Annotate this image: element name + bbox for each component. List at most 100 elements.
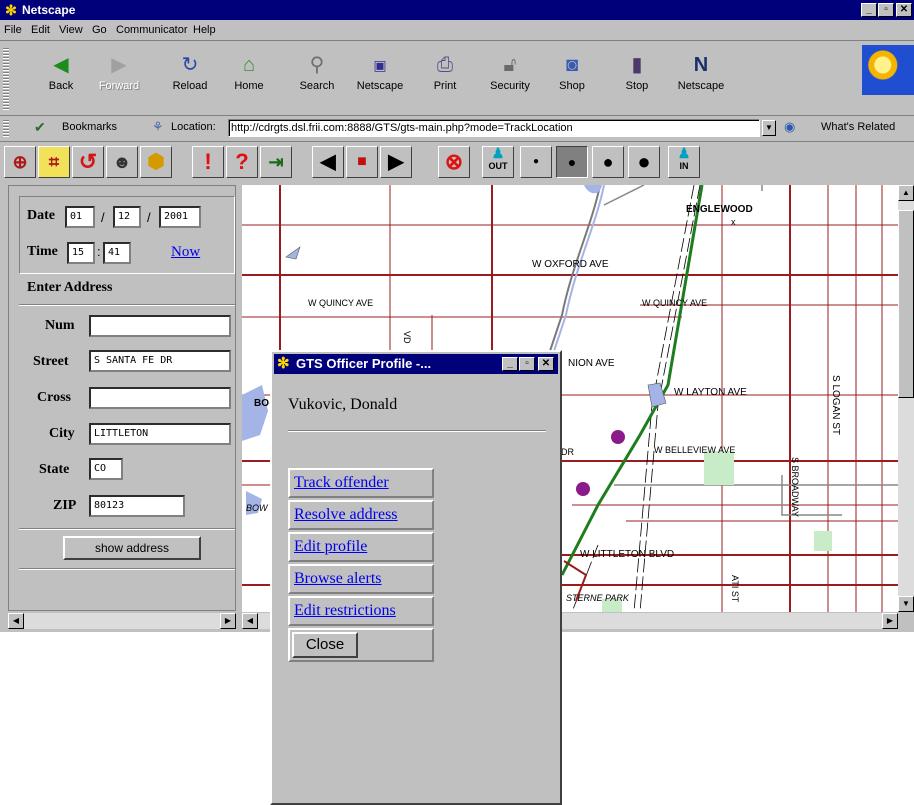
officer-profile-window: ✻ GTS Officer Profile -... _ ▫ ✕ Vukovic… xyxy=(270,350,562,805)
netscape-app-icon: ✻ xyxy=(5,2,17,18)
close-popup-button[interactable]: Close xyxy=(292,632,358,658)
scroll-up-icon[interactable]: ▲ xyxy=(898,185,914,201)
date-separator: / xyxy=(147,210,151,225)
circle-arrow-icon[interactable]: ↺ xyxy=(72,146,104,178)
map-label-layton: W LAYTON AVE xyxy=(674,387,747,398)
print-button[interactable]: ⎙ Print xyxy=(416,50,474,102)
stop-icon: ▮ xyxy=(631,54,643,76)
street-field[interactable]: S SANTA FE DR xyxy=(89,350,231,372)
question-icon[interactable]: ? xyxy=(226,146,258,178)
dot-large-icon[interactable]: ● xyxy=(592,146,624,178)
whats-related-button[interactable]: What's Related xyxy=(821,121,895,133)
rewind-icon[interactable]: ◀ xyxy=(312,146,344,178)
officer-head-icon[interactable]: ☻ xyxy=(106,146,138,178)
date-day-field[interactable]: 12 xyxy=(113,206,141,228)
reload-button[interactable]: ↻ Reload xyxy=(161,50,219,102)
cross-street-field[interactable] xyxy=(89,387,231,409)
stop-square-icon[interactable]: ■ xyxy=(346,146,378,178)
menu-help[interactable]: Help xyxy=(193,24,216,36)
forward-arrow-icon: ▶ xyxy=(111,54,127,76)
url-input[interactable]: http://cdrgts.dsl.frii.com:8888/GTS/gts-… xyxy=(228,119,760,137)
menu-file[interactable]: File xyxy=(4,24,22,36)
cross-label: Cross xyxy=(37,390,71,405)
toolbar-grip[interactable] xyxy=(3,48,9,110)
map-label-bow-fragment: BOW xyxy=(246,503,268,513)
menu-view[interactable]: View xyxy=(59,24,83,36)
netscape-n-button[interactable]: N Netscape xyxy=(672,50,730,102)
date-year-field[interactable]: 2001 xyxy=(159,206,201,228)
url-history-dropdown[interactable]: ▼ xyxy=(762,120,776,136)
map-label-quincy-left: W QUINCY AVE xyxy=(308,298,374,308)
minimize-button[interactable]: _ xyxy=(861,3,877,17)
target-icon[interactable]: ⊕ xyxy=(4,146,36,178)
resolve-address-link[interactable]: Resolve address xyxy=(288,500,434,530)
state-field[interactable]: CO xyxy=(89,458,123,480)
back-arrow-icon: ◀ xyxy=(53,54,69,76)
in-person-icon[interactable]: ♟ IN xyxy=(668,146,700,178)
popup-maximize-button[interactable]: ▫ xyxy=(519,357,535,371)
stop-button[interactable]: ▮ Stop xyxy=(608,50,666,102)
popup-minimize-button[interactable]: _ xyxy=(502,357,518,371)
now-link[interactable]: Now xyxy=(171,244,200,261)
zip-field[interactable]: 80123 xyxy=(89,495,185,517)
enter-address-heading: Enter Address xyxy=(27,280,113,295)
close-window-button[interactable]: ✕ xyxy=(896,3,912,17)
date-separator: / xyxy=(101,210,105,225)
scroll-right-icon[interactable]: ▶ xyxy=(882,613,898,629)
netscape-n-icon: N xyxy=(693,54,709,76)
scroll-right-icon[interactable]: ▶ xyxy=(220,613,236,629)
time-minute-field[interactable]: 41 xyxy=(103,242,131,264)
badge-icon[interactable]: ⬢ xyxy=(140,146,172,178)
date-month-field[interactable]: 01 xyxy=(65,206,95,228)
edit-restrictions-link[interactable]: Edit restrictions xyxy=(288,596,434,626)
map-label-sterne-park: STERNE PARK xyxy=(566,593,629,603)
edit-profile-link[interactable]: Edit profile xyxy=(288,532,434,562)
cancel-circle-icon[interactable]: ⊗ xyxy=(438,146,470,178)
map-label-dr-fragment: DR xyxy=(561,447,574,457)
dot-xlarge-icon[interactable]: ● xyxy=(628,146,660,178)
map-label-logan: S LOGAN ST xyxy=(830,375,841,436)
show-address-button[interactable]: show address xyxy=(63,536,201,560)
scroll-left-icon[interactable]: ◀ xyxy=(8,613,24,629)
city-field[interactable]: LITTLETON xyxy=(89,423,231,445)
menu-communicator[interactable]: Communicator xyxy=(116,24,188,36)
my-netscape-icon: ▣ xyxy=(373,57,387,73)
bookmarks-button[interactable]: Bookmarks xyxy=(62,121,117,133)
left-horizontal-scrollbar[interactable]: ◀ ▶ xyxy=(8,613,236,629)
time-hour-field[interactable]: 15 xyxy=(67,242,95,264)
search-button[interactable]: ⚲ Search xyxy=(288,50,346,102)
menu-go[interactable]: Go xyxy=(92,24,107,36)
map-label-englewood: ENGLEWOOD xyxy=(686,204,753,215)
netscape-button[interactable]: ▣ Netscape xyxy=(351,50,409,102)
exit-door-icon[interactable]: ⇥ xyxy=(260,146,292,178)
exclamation-icon[interactable]: ! xyxy=(192,146,224,178)
dot-small-icon[interactable]: ● xyxy=(520,146,552,178)
maximize-button[interactable]: ▫ xyxy=(878,3,894,17)
dot-medium-icon[interactable]: ● xyxy=(556,146,588,178)
person-glyph-icon: ♟ xyxy=(491,145,505,161)
scroll-left-icon[interactable]: ◀ xyxy=(242,613,258,629)
track-offender-link[interactable]: Track offender xyxy=(288,468,434,498)
popup-close-button[interactable]: ✕ xyxy=(538,357,554,371)
home-button[interactable]: ⌂ Home xyxy=(220,50,278,102)
security-button[interactable]: 🔓︎ Security xyxy=(481,50,539,102)
map-vertical-scrollbar[interactable]: ▲ ▼ xyxy=(898,185,914,612)
scroll-thumb[interactable] xyxy=(898,210,914,398)
zip-label: ZIP xyxy=(53,498,77,513)
divider xyxy=(288,430,546,432)
location-grip[interactable] xyxy=(3,119,9,137)
browse-alerts-link[interactable]: Browse alerts xyxy=(288,564,434,594)
play-icon[interactable]: ▶ xyxy=(380,146,412,178)
scroll-down-icon[interactable]: ▼ xyxy=(898,596,914,612)
shop-button[interactable]: ◙ Shop xyxy=(543,50,601,102)
map-label-belleview: W BELLEVIEW AVE xyxy=(654,445,736,455)
map-grid-icon[interactable]: ⌗ xyxy=(38,146,70,178)
out-person-icon[interactable]: ♟ OUT xyxy=(482,146,514,178)
menu-edit[interactable]: Edit xyxy=(31,24,50,36)
navigation-toolbar: ◀ Back ▶ Forward ↻ Reload ⌂ Home ⚲ Searc… xyxy=(0,42,914,116)
back-button[interactable]: ◀ Back xyxy=(32,50,90,102)
print-icon: ⎙ xyxy=(437,54,453,76)
forward-button[interactable]: ▶ Forward xyxy=(90,50,148,102)
num-field[interactable] xyxy=(89,315,231,337)
person-glyph-icon: ♟ xyxy=(677,145,691,161)
